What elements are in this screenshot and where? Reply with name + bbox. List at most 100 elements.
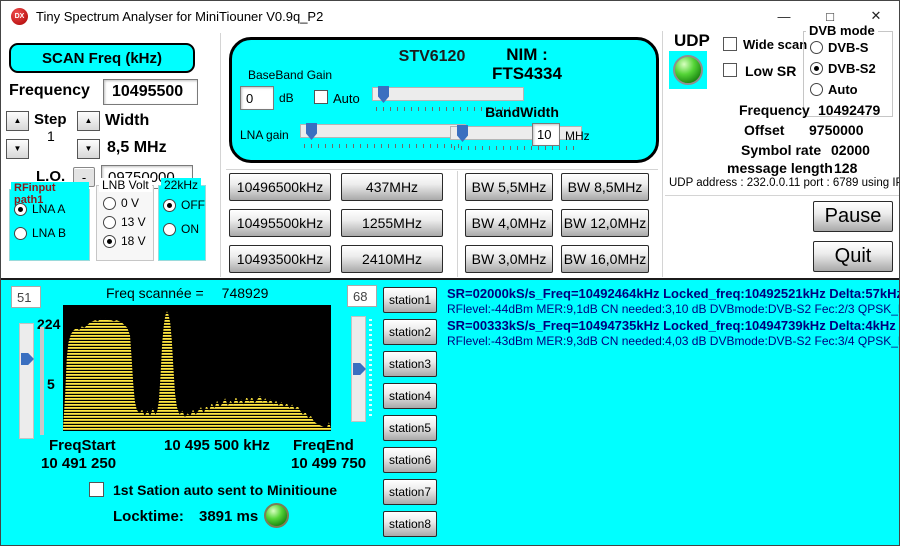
auto-gain-checkbox[interactable] — [314, 90, 328, 104]
locktime-value: 3891 ms — [199, 508, 258, 525]
lock-led-icon — [264, 503, 289, 528]
bw-preset-button[interactable]: BW 8,5MHz — [561, 173, 649, 201]
info-message-length-label: message length — [727, 160, 833, 176]
minimize-icon[interactable]: — — [761, 1, 807, 31]
radio-icon — [810, 41, 823, 54]
slider-thumb[interactable] — [353, 363, 366, 375]
bw-preset-button[interactable]: BW 4,0MHz — [465, 209, 553, 237]
radio-13v[interactable]: 13 V — [103, 215, 146, 229]
left-gain-input[interactable]: 51 — [11, 286, 41, 308]
tuner-panel: STV6120 NIM : FTS4334 BaseBand Gain 0 dB… — [229, 37, 659, 163]
radio-dvb-s2[interactable]: DVB-S2 — [810, 61, 876, 76]
right-gain-input[interactable]: 68 — [347, 285, 377, 307]
radio-dvb-auto[interactable]: Auto — [810, 82, 858, 97]
tone-22khz-group: 22kHz OFF ON — [158, 185, 206, 261]
udp-led-icon — [673, 55, 703, 85]
info-symbol-rate-label: Symbol rate — [741, 142, 821, 158]
station-button[interactable]: station2 — [383, 319, 437, 345]
spectrum-panel: Freq scannée = 748929 51 68 224 5 — [1, 278, 899, 546]
mhz-label: MHz — [565, 129, 590, 143]
freq-end-label: FreqEnd — [293, 437, 354, 454]
slider-thumb[interactable] — [457, 125, 468, 142]
freq-preset-button[interactable]: 10493500kHz — [229, 245, 331, 273]
step-down-button[interactable]: ▼ — [6, 139, 29, 159]
station-button[interactable]: station8 — [383, 511, 437, 537]
width-value: 8,5 MHz — [107, 139, 167, 157]
slider-thumb[interactable] — [378, 86, 389, 103]
quit-button[interactable]: Quit — [813, 241, 893, 272]
app-icon: DX — [11, 8, 28, 25]
nim-value: FTS4334 — [442, 64, 612, 84]
step-up-button[interactable]: ▲ — [6, 111, 29, 131]
lna-gain-label: LNA gain — [240, 128, 289, 142]
radio-22khz-off[interactable]: OFF — [163, 198, 205, 212]
left-level-slider[interactable] — [19, 323, 34, 439]
radio-icon — [14, 227, 27, 240]
station-button[interactable]: station7 — [383, 479, 437, 505]
radio-22khz-on[interactable]: ON — [163, 222, 199, 236]
radio-dvb-s[interactable]: DVB-S — [810, 40, 868, 55]
radio-label: DVB-S — [828, 40, 868, 55]
frequency-label: Frequency — [9, 82, 90, 100]
frequency-input[interactable]: 10495500 — [103, 79, 198, 105]
bw-preset-button[interactable]: BW 3,0MHz — [465, 245, 553, 273]
freq-end-value: 10 499 750 — [291, 455, 366, 472]
bw-preset-button[interactable]: BW 5,5MHz — [465, 173, 553, 201]
pause-button[interactable]: Pause — [813, 201, 893, 232]
status-line: RFlevel:-44dBm MER:9,1dB CN needed:3,10 … — [447, 302, 900, 316]
bw-preset-button[interactable]: BW 12,0MHz — [561, 209, 649, 237]
spectrum-plot — [63, 305, 331, 431]
station-button[interactable]: station6 — [383, 447, 437, 473]
spectrum-area — [63, 311, 331, 431]
radio-0v[interactable]: 0 V — [103, 196, 139, 210]
freq-preset-button[interactable]: 10496500kHz — [229, 173, 331, 201]
wide-scan-label: Wide scan — [743, 37, 807, 52]
low-sr-label: Low SR — [745, 63, 796, 79]
up-arrow-icon: ▲ — [85, 117, 93, 125]
band-preset-button[interactable]: 1255MHz — [341, 209, 443, 237]
station-button[interactable]: station5 — [383, 415, 437, 441]
scan-freq-button[interactable]: SCAN Freq (kHz) — [9, 43, 195, 73]
divider — [665, 195, 899, 196]
band-preset-button[interactable]: 437MHz — [341, 173, 443, 201]
bw-preset-button[interactable]: BW 16,0MHz — [561, 245, 649, 273]
window-title: Tiny Spectrum Analyser for MiniTiouner V… — [36, 9, 323, 24]
wide-scan-checkbox[interactable] — [723, 37, 737, 51]
info-offset-label: Offset — [744, 122, 784, 138]
tone-22khz-group-title: 22kHz — [161, 178, 201, 192]
down-arrow-icon: ▼ — [14, 145, 22, 153]
width-up-button[interactable]: ▲ — [77, 111, 100, 131]
lna-gain-slider[interactable] — [300, 124, 466, 138]
low-sr-checkbox[interactable] — [723, 63, 737, 77]
right-level-slider[interactable] — [351, 316, 366, 422]
station-button[interactable]: station3 — [383, 351, 437, 377]
slider-ticks — [369, 319, 372, 419]
freq-start-value: 10 491 250 — [41, 455, 116, 472]
radio-label: 13 V — [121, 215, 146, 229]
radio-lna-a[interactable]: LNA A — [14, 202, 65, 216]
radio-label: 18 V — [121, 234, 146, 248]
baseband-gain-slider[interactable] — [372, 87, 524, 101]
title-bar: DX Tiny Spectrum Analyser for MiniTioune… — [1, 1, 899, 31]
down-arrow-icon: ▼ — [85, 145, 93, 153]
station-button[interactable]: station4 — [383, 383, 437, 409]
radio-icon — [103, 216, 116, 229]
radio-18v[interactable]: 18 V — [103, 234, 146, 248]
dvb-mode-group-title: DVB mode — [806, 23, 878, 38]
bandwidth-input[interactable]: 10 — [532, 123, 560, 146]
lnb-volt-group: LNB Volt 0 V 13 V 18 V — [96, 185, 154, 261]
divider — [220, 33, 221, 277]
width-down-button[interactable]: ▼ — [77, 139, 100, 159]
slider-thumb[interactable] — [306, 123, 317, 140]
station-button[interactable]: station1 — [383, 287, 437, 313]
info-symbol-rate-value: 02000 — [831, 142, 870, 158]
freq-preset-button[interactable]: 10495500kHz — [229, 209, 331, 237]
radio-label: LNA A — [32, 202, 65, 216]
app-window: DX Tiny Spectrum Analyser for MiniTioune… — [0, 0, 900, 546]
slider-thumb[interactable] — [21, 353, 34, 365]
band-preset-button[interactable]: 2410MHz — [341, 245, 443, 273]
radio-lna-b[interactable]: LNA B — [14, 226, 66, 240]
auto-send-checkbox[interactable] — [89, 482, 104, 497]
baseband-gain-input[interactable]: 0 — [240, 86, 274, 110]
bandwidth-slider[interactable] — [450, 126, 582, 140]
